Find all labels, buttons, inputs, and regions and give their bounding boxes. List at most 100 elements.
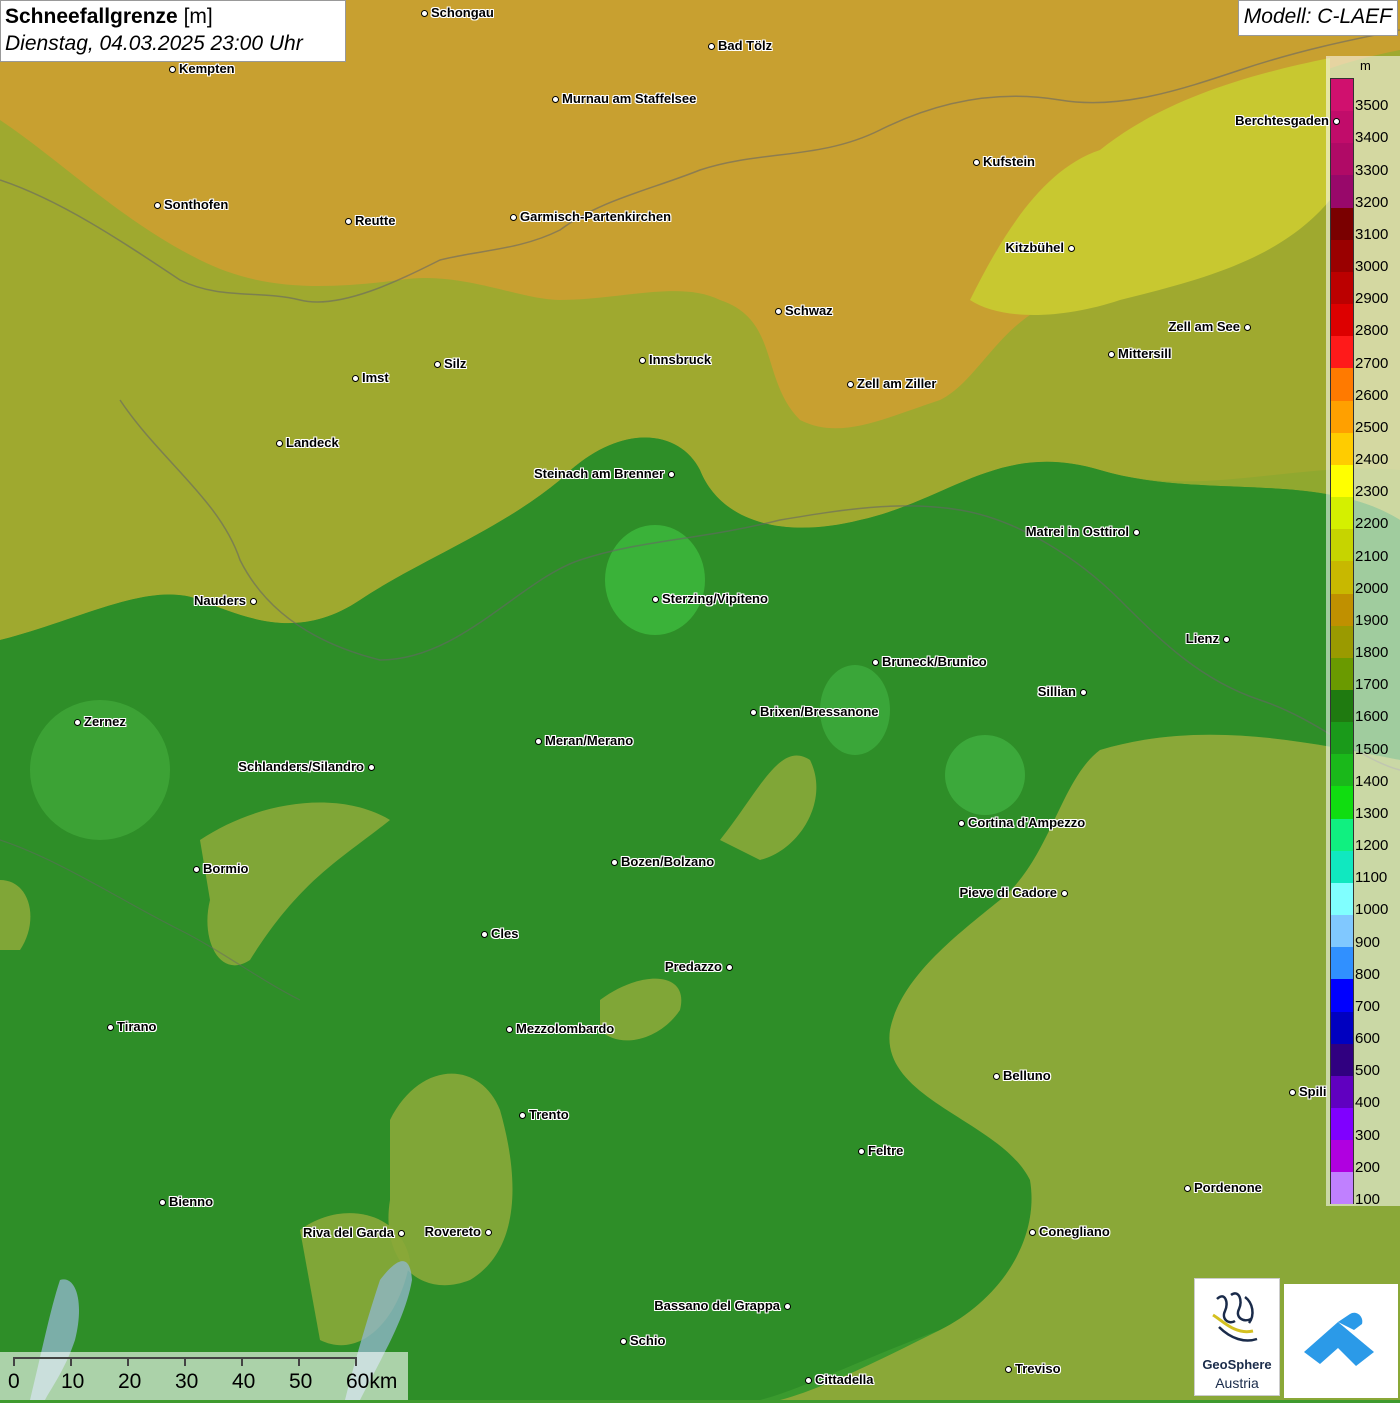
city-label: Schio — [630, 1333, 666, 1348]
city-label: Imst — [362, 370, 389, 385]
city-label: Bozen/Bolzano — [621, 854, 715, 869]
snow-mountain-icon — [1304, 1312, 1374, 1366]
title-unit: [m] — [183, 5, 213, 28]
legend-label: 2400 — [1355, 451, 1389, 469]
city-label: Cortina d'Ampezzo — [968, 815, 1086, 830]
city-label: Rovereto — [424, 1224, 481, 1239]
city-marker — [420, 9, 428, 17]
city-marker — [153, 201, 161, 209]
spot-sterzing — [605, 525, 705, 635]
legend-label: 2700 — [1355, 354, 1389, 372]
city-marker — [1288, 1088, 1296, 1096]
geosphere-logo[interactable]: GeoSphere Austria — [1194, 1278, 1280, 1396]
legend-swatch — [1331, 947, 1353, 980]
legend-label: 3500 — [1355, 97, 1389, 115]
city-label: Cittadella — [815, 1372, 874, 1387]
city-label: Landeck — [286, 435, 339, 450]
city-label: Schlanders/Silandro — [238, 759, 364, 774]
legend-label: 1300 — [1355, 804, 1389, 822]
city-marker — [1060, 889, 1068, 897]
legend-swatch — [1331, 754, 1353, 787]
city-label: Steinach am Brenner — [533, 466, 664, 481]
map-title-box: Schneefallgrenze [m] Dienstag, 04.03.202… — [0, 0, 346, 62]
city-label: Pordenone — [1194, 1180, 1262, 1195]
city-marker — [774, 307, 782, 315]
city-label: Murnau am Staffelsee — [562, 91, 697, 106]
legend-label: 1100 — [1355, 869, 1388, 887]
city-marker — [484, 1228, 492, 1236]
city-label: Belluno — [1003, 1068, 1051, 1083]
city-marker — [551, 95, 559, 103]
city-marker — [846, 380, 854, 388]
city-marker — [638, 356, 646, 364]
legend-label: 2900 — [1355, 290, 1389, 308]
logo-line2: Austria — [1215, 1375, 1259, 1391]
legend-swatch — [1331, 657, 1353, 690]
title-main: Schneefallgrenze — [5, 5, 178, 28]
legend-swatch — [1331, 1043, 1353, 1076]
city-marker — [106, 1023, 114, 1031]
scale-tick — [241, 1357, 243, 1366]
city-label: Trento — [529, 1107, 569, 1122]
city-label: Kufstein — [983, 154, 1035, 169]
city-marker — [275, 439, 283, 447]
city-marker — [957, 819, 965, 827]
geosphere-icon — [1212, 1292, 1258, 1342]
legend-swatch — [1331, 529, 1353, 562]
city-label: Zell am Ziller — [857, 376, 937, 391]
scale-tick — [184, 1357, 186, 1366]
legend-label: 2000 — [1355, 579, 1389, 597]
city-marker — [972, 158, 980, 166]
legend-label: 2500 — [1355, 418, 1389, 436]
city-marker — [1004, 1365, 1012, 1373]
city-label: Sterzing/Vipiteno — [662, 591, 768, 606]
legend-swatch — [1331, 336, 1353, 369]
legend-swatch — [1331, 304, 1353, 337]
city-marker — [249, 597, 257, 605]
city-label: Meran/Merano — [545, 733, 634, 748]
city-label: Mezzolombardo — [516, 1021, 615, 1036]
legend-swatch — [1331, 850, 1353, 883]
city-marker — [749, 708, 757, 716]
scale-label: 10 — [61, 1370, 85, 1393]
city-label: Bormio — [203, 861, 249, 876]
city-marker — [158, 1198, 166, 1206]
city-marker — [783, 1302, 791, 1310]
legend-swatch — [1331, 368, 1353, 401]
city-marker — [1107, 350, 1115, 358]
legend-label: 800 — [1355, 965, 1381, 983]
legend-unit: m — [1360, 58, 1371, 73]
legend-swatch — [1331, 625, 1353, 658]
city-label: Lienz — [1185, 631, 1219, 646]
city-label: Nauders — [193, 593, 246, 608]
city-marker — [651, 595, 659, 603]
city-marker — [992, 1072, 1000, 1080]
city-marker — [534, 737, 542, 745]
legend-swatch — [1331, 818, 1353, 851]
scale-label: 50 — [289, 1370, 313, 1393]
city-label: Silz — [444, 356, 467, 371]
city-marker — [1183, 1184, 1191, 1192]
city-label: Sillian — [1037, 684, 1076, 699]
legend-swatch — [1331, 400, 1353, 433]
legend-label: 2200 — [1355, 515, 1389, 533]
city-marker — [344, 217, 352, 225]
city-marker — [667, 470, 675, 478]
legend-color-bar — [1330, 78, 1354, 1205]
model-label: Modell: C-LAEF — [1237, 0, 1398, 36]
city-label: Conegliano — [1039, 1224, 1110, 1239]
city-marker — [725, 963, 733, 971]
scale-tick — [13, 1357, 15, 1366]
city-label: Zernez — [84, 714, 126, 729]
legend-swatch — [1331, 111, 1353, 144]
city-marker — [192, 865, 200, 873]
legend-label: 700 — [1355, 997, 1381, 1015]
city-label: Garmisch-Partenkirchen — [520, 209, 672, 224]
city-label: Bienno — [169, 1194, 214, 1209]
legend-label: 100 — [1355, 1191, 1381, 1208]
legend-swatch — [1331, 979, 1353, 1012]
app-logo[interactable] — [1284, 1284, 1398, 1398]
city-label: Bassano del Grappa — [654, 1298, 780, 1313]
city-label: Mittersill — [1118, 346, 1172, 361]
city-marker — [397, 1229, 405, 1237]
